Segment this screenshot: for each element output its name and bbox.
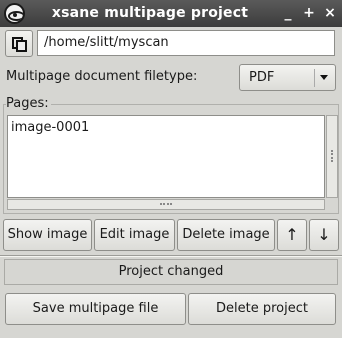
horizontal-scrollbar[interactable] <box>7 199 325 210</box>
scroll-grip <box>331 150 333 162</box>
edit-image-button[interactable]: Edit image <box>94 219 175 251</box>
close-button[interactable]: × <box>321 4 339 22</box>
status-text: Project changed <box>4 259 338 285</box>
pages-list[interactable]: image-0001 <box>7 115 325 198</box>
pages-frame: image-0001 <box>3 104 339 214</box>
delete-image-button[interactable]: Delete image <box>177 219 275 251</box>
select-separator <box>314 69 315 87</box>
window-title: xsane multipage project <box>51 5 249 21</box>
separator-highlight <box>0 256 342 257</box>
save-multipage-button[interactable]: Save multipage file <box>5 293 186 325</box>
move-up-button[interactable]: ↑ <box>277 219 307 251</box>
minimize-button[interactable]: _ <box>279 4 297 22</box>
title-bar: xsane multipage project _ + × <box>0 0 342 27</box>
copy-icon-front <box>16 40 27 52</box>
show-image-button[interactable]: Show image <box>3 219 92 251</box>
scroll-grip <box>160 203 172 205</box>
filetype-selected-value: PDF <box>249 70 275 85</box>
pages-label: Pages: <box>6 96 51 111</box>
maximize-button[interactable]: + <box>300 4 318 22</box>
move-down-button[interactable]: ↓ <box>309 219 339 251</box>
chevron-down-icon <box>320 75 328 80</box>
vertical-scrollbar[interactable] <box>326 115 338 198</box>
xsane-eye-icon[interactable] <box>4 3 25 24</box>
delete-project-button[interactable]: Delete project <box>188 293 336 325</box>
copy-project-button[interactable] <box>5 30 33 57</box>
filetype-label: Multipage document filetype: <box>6 69 198 84</box>
project-path-input[interactable]: /home/slitt/myscan <box>37 30 335 56</box>
list-item[interactable]: image-0001 <box>11 120 89 135</box>
filetype-select[interactable]: PDF <box>239 64 336 91</box>
